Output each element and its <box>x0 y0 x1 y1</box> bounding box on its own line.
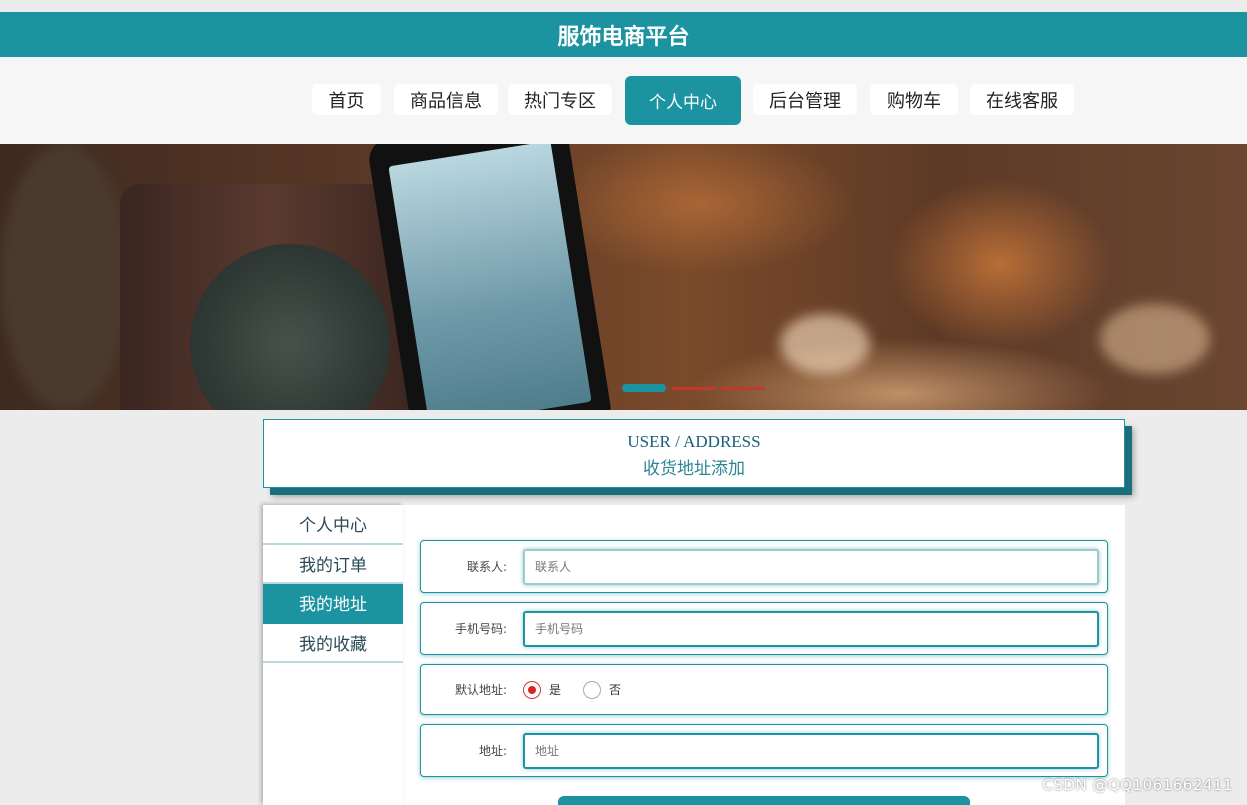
nav-hot[interactable]: 热门专区 <box>508 84 612 115</box>
nav-personal-center[interactable]: 个人中心 <box>625 76 741 125</box>
banner-light <box>780 314 870 374</box>
default-address-label: 默认地址: <box>454 683 507 697</box>
phone-input[interactable] <box>523 611 1099 647</box>
nav-admin[interactable]: 后台管理 <box>753 84 857 115</box>
banner-shade <box>0 144 130 410</box>
contact-label: 联系人: <box>466 560 507 574</box>
submit-button[interactable] <box>558 796 970 805</box>
form-row-default-address: 默认地址: 是 否 <box>420 664 1108 715</box>
sidebar-item-address[interactable]: 我的地址 <box>263 584 403 624</box>
form-row-contact: 联系人: <box>420 540 1108 593</box>
watermark: CSDN @QQ1061662411 <box>1042 776 1233 794</box>
radio-no-label: 否 <box>609 683 622 697</box>
sidebar-item-favorites[interactable]: 我的收藏 <box>263 624 403 663</box>
banner-phone <box>366 144 614 410</box>
nav-customer-service[interactable]: 在线客服 <box>970 84 1074 115</box>
user-sidebar: 个人中心 我的订单 我的地址 我的收藏 <box>263 505 403 805</box>
banner-phone-screen <box>388 144 592 410</box>
site-title: 服饰电商平台 <box>557 24 690 50</box>
radio-yes[interactable] <box>523 680 541 699</box>
carousel-dot-active[interactable] <box>622 384 666 392</box>
default-address-radio-group: 是 否 <box>523 665 643 714</box>
section-heading-en: USER / ADDRESS <box>627 432 761 451</box>
radio-yes-label: 是 <box>549 683 562 697</box>
address-input[interactable] <box>523 733 1099 769</box>
phone-label: 手机号码: <box>454 622 507 636</box>
form-row-address: 地址: <box>420 724 1108 777</box>
carousel-dot[interactable] <box>721 387 765 390</box>
banner-light <box>1100 304 1210 374</box>
address-label: 地址: <box>478 744 507 758</box>
section-heading: USER / ADDRESS 收货地址添加 <box>263 419 1125 488</box>
site-title-bar: 服饰电商平台 <box>0 12 1247 57</box>
sidebar-item-orders[interactable]: 我的订单 <box>263 545 403 584</box>
nav-products[interactable]: 商品信息 <box>394 84 498 115</box>
section-heading-cn: 收货地址添加 <box>643 459 745 479</box>
nav-cart[interactable]: 购物车 <box>870 84 958 115</box>
banner-carousel[interactable] <box>0 144 1247 410</box>
nav-home[interactable]: 首页 <box>312 84 381 115</box>
carousel-dot[interactable] <box>672 387 716 390</box>
radio-no[interactable] <box>583 680 602 699</box>
main-nav: 首页 商品信息 热门专区 个人中心 后台管理 购物车 在线客服 <box>0 57 1247 144</box>
form-row-phone: 手机号码: <box>420 602 1108 655</box>
sidebar-item-personal-center[interactable]: 个人中心 <box>263 505 403 545</box>
contact-input[interactable] <box>523 549 1099 585</box>
